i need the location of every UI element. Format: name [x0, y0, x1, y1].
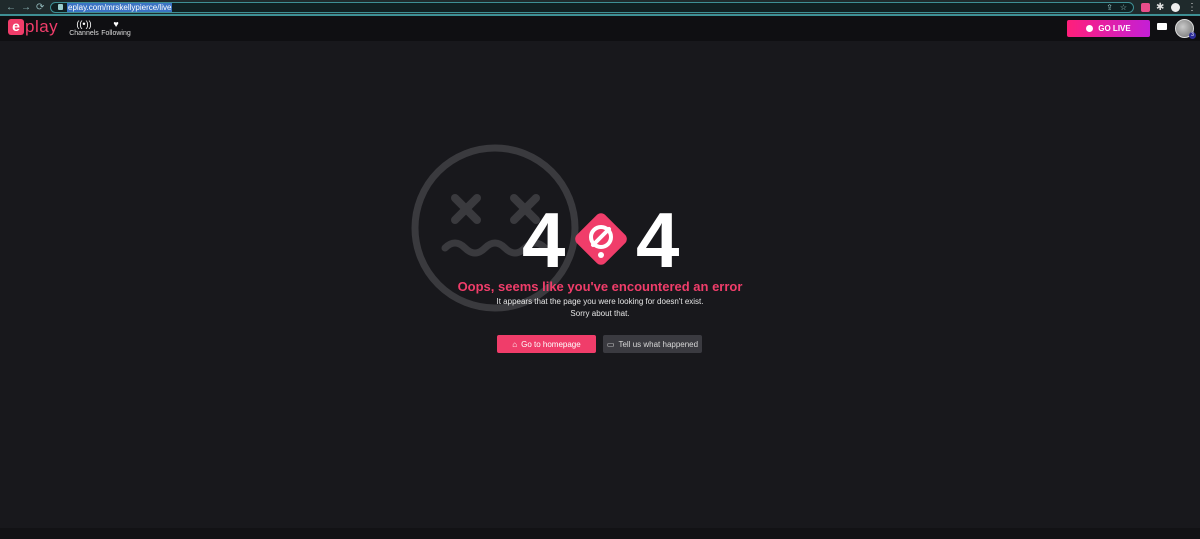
- broadcast-mic-icon: [1086, 25, 1094, 32]
- mail-icon[interactable]: [1157, 23, 1167, 30]
- error-digit-right: 4: [636, 196, 680, 284]
- site-header: e play ((•)) Channels ♥ Following GO LIV…: [0, 16, 1200, 41]
- nav-following[interactable]: ♥ Following: [99, 19, 133, 38]
- nav-following-label: Following: [101, 30, 131, 37]
- go-to-homepage-button[interactable]: ⌂ Go to homepage: [497, 335, 596, 353]
- url-text[interactable]: eplay.com/mrskellypierce/live: [67, 3, 173, 12]
- extension-icon[interactable]: [1141, 3, 1150, 12]
- menu-dots-icon[interactable]: ⋮: [1187, 2, 1197, 14]
- go-live-label: GO LIVE: [1098, 24, 1131, 33]
- arrow-left-icon[interactable]: ←: [6, 2, 16, 14]
- error-digit-left: 4: [522, 196, 566, 284]
- error-message: It appears that the page you were lookin…: [496, 297, 704, 306]
- home-icon: ⌂: [512, 339, 518, 349]
- tell-us-label: Tell us what happened: [618, 339, 699, 349]
- heart-icon: ♥: [113, 19, 119, 29]
- share-icon[interactable]: ⇪: [1106, 3, 1113, 12]
- footer-bar: [0, 528, 1200, 539]
- logo-word: play: [25, 17, 59, 36]
- notification-badge: 3: [1189, 32, 1196, 39]
- error-code: 4 4: [518, 196, 683, 284]
- error-title: Oops, seems like you've encountered an e…: [457, 279, 743, 294]
- address-bar[interactable]: eplay.com/mrskellypierce/live ⇪ ☆: [50, 2, 1134, 13]
- logo-mark: e: [8, 19, 24, 35]
- lock-icon: [58, 4, 63, 10]
- go-live-button[interactable]: GO LIVE: [1067, 20, 1150, 37]
- comment-icon: ▭: [606, 339, 615, 349]
- puzzle-icon[interactable]: ✱: [1156, 2, 1164, 14]
- browser-toolbar: ← → ⟳ eplay.com/mrskellypierce/live ⇪ ☆ …: [0, 0, 1200, 16]
- nav-channels[interactable]: ((•)) Channels: [67, 19, 101, 38]
- avatar[interactable]: 3: [1175, 19, 1196, 39]
- arrow-right-icon[interactable]: →: [21, 2, 31, 14]
- broadcast-icon: ((•)): [76, 19, 92, 29]
- go-to-homepage-label: Go to homepage: [521, 339, 581, 349]
- star-icon[interactable]: ☆: [1120, 3, 1127, 12]
- nav-channels-label: Channels: [69, 30, 99, 37]
- tell-us-button[interactable]: ▭ Tell us what happened: [603, 335, 702, 353]
- profile-icon[interactable]: [1171, 3, 1180, 12]
- error-apology: Sorry about that.: [570, 309, 630, 318]
- reload-icon[interactable]: ⟳: [36, 2, 44, 14]
- eplay-badge-icon: [575, 213, 627, 265]
